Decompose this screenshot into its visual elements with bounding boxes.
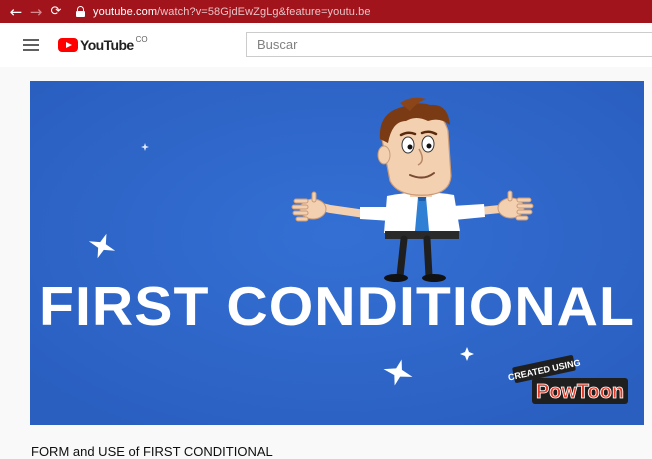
hamburger-icon[interactable] [23,39,39,51]
logo-text: YouTube [80,37,134,53]
search-box[interactable] [246,32,652,57]
reload-icon[interactable]: ⟳ [46,0,66,23]
overlay-title: FIRST CONDITIONAL [39,275,635,337]
lock-icon [76,6,85,17]
back-arrow-icon[interactable]: ← [6,0,26,23]
logo-country: CO [135,35,148,44]
url-path: /watch?v=58GjdEwZgLg&feature=youtu.be [157,5,371,18]
youtube-logo-icon [58,38,78,52]
video-frame: FIRST CONDITIONAL CREATED USING PowToon [30,81,644,425]
video-title: FORM and USE of FIRST CONDITIONAL [31,444,273,459]
url-text[interactable]: youtube.com/watch?v=58GjdEwZgLg&feature=… [93,6,371,18]
url-host: youtube.com [93,5,158,18]
youtube-header: YouTube CO [0,23,652,67]
watch-page: FIRST CONDITIONAL CREATED USING PowToon [0,67,652,459]
search-input[interactable] [257,37,652,52]
address-bar[interactable]: youtube.com/watch?v=58GjdEwZgLg&feature=… [76,0,371,23]
badge-brand: PowToon [536,381,624,403]
video-player[interactable]: FIRST CONDITIONAL CREATED USING PowToon [30,81,644,425]
forward-arrow-icon[interactable]: → [26,0,46,23]
browser-toolbar: ← → ⟳ youtube.com/watch?v=58GjdEwZgLg&fe… [0,0,652,23]
youtube-logo[interactable]: YouTube CO [58,35,148,53]
